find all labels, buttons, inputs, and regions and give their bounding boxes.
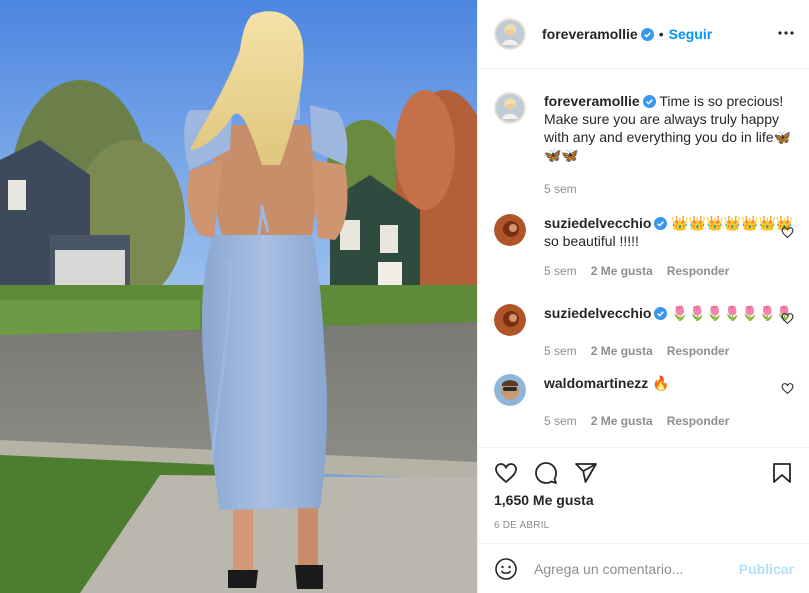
post-photo[interactable] <box>0 0 477 593</box>
add-comment-bar: Publicar <box>478 543 809 593</box>
post-caption: foreveramollie Time is so precious! Make… <box>494 92 794 196</box>
comment-input[interactable] <box>534 560 739 577</box>
verified-badge-icon <box>642 94 656 108</box>
verified-badge-icon <box>640 27 654 41</box>
comment-meta: 5 sem 2 Me gusta Responder <box>544 264 794 278</box>
caption-age[interactable]: 5 sem <box>544 182 577 196</box>
comment-age[interactable]: 5 sem <box>544 264 577 278</box>
comment-item: waldomartinezz 🔥 5 sem 2 Me gusta Respon… <box>494 374 794 428</box>
commenter-avatar[interactable] <box>494 304 526 336</box>
comment-likes[interactable]: 2 Me gusta <box>591 414 653 428</box>
caption-username[interactable]: foreveramollie <box>544 93 640 109</box>
publish-button[interactable]: Publicar <box>739 561 794 577</box>
comment-heart-icon[interactable] <box>781 312 794 325</box>
photo-illustration <box>0 0 477 593</box>
share-icon[interactable] <box>574 461 598 485</box>
commenter-avatar[interactable] <box>494 214 526 246</box>
commenter-avatar[interactable] <box>494 374 526 406</box>
post-actions: 1,650 Me gusta 6 DE ABRIL <box>478 447 809 531</box>
reply-button[interactable]: Responder <box>667 344 730 358</box>
post-viewer: foreveramollie • Seguir foreveramollie T… <box>0 0 809 593</box>
verified-badge-icon <box>654 216 668 230</box>
reply-button[interactable]: Responder <box>667 414 730 428</box>
caption-meta: 5 sem <box>544 182 794 196</box>
comment-meta: 5 sem 2 Me gusta Responder <box>544 414 729 428</box>
author-username[interactable]: foreveramollie <box>542 26 638 42</box>
caption-avatar[interactable] <box>494 92 526 124</box>
comment-age[interactable]: 5 sem <box>544 414 577 428</box>
comment-username[interactable]: suziedelvecchio <box>544 305 651 321</box>
comment-content: 🔥 <box>652 375 670 391</box>
caption-body: foreveramollie Time is so precious! Make… <box>544 92 794 196</box>
heart-icon[interactable] <box>494 461 518 485</box>
comment-body: suziedelvecchio 👑👑👑👑👑👑👑 so beautiful !!!… <box>544 214 794 278</box>
bookmark-icon[interactable] <box>770 461 794 485</box>
post-header: foreveramollie • Seguir <box>478 0 809 69</box>
comment-age[interactable]: 5 sem <box>544 344 577 358</box>
emoji-icon[interactable] <box>494 557 518 581</box>
separator-dot: • <box>658 26 664 42</box>
comment-username[interactable]: suziedelvecchio <box>544 215 651 231</box>
comment-text: suziedelvecchio 🌷🌷🌷🌷🌷🌷🌷 <box>544 304 793 322</box>
comment-heart-icon[interactable] <box>781 226 794 239</box>
more-options-icon[interactable] <box>777 24 795 42</box>
comment-likes[interactable]: 2 Me gusta <box>591 264 653 278</box>
comment-icon[interactable] <box>534 461 558 485</box>
comment-heart-icon[interactable] <box>781 382 794 395</box>
reply-button[interactable]: Responder <box>667 264 730 278</box>
caption-text: foreveramollie Time is so precious! Make… <box>544 92 794 164</box>
comment-body: waldomartinezz 🔥 5 sem 2 Me gusta Respon… <box>544 374 729 428</box>
post-date[interactable]: 6 DE ABRIL <box>494 520 794 531</box>
comment-item: suziedelvecchio 🌷🌷🌷🌷🌷🌷🌷 5 sem 2 Me gusta… <box>494 304 794 358</box>
follow-button[interactable]: Seguir <box>669 26 713 42</box>
comment-text: waldomartinezz 🔥 <box>544 374 729 392</box>
comment-text: suziedelvecchio 👑👑👑👑👑👑👑 so beautiful !!!… <box>544 214 794 250</box>
comment-body: suziedelvecchio 🌷🌷🌷🌷🌷🌷🌷 5 sem 2 Me gusta… <box>544 304 793 358</box>
verified-badge-icon <box>654 306 668 320</box>
comment-likes[interactable]: 2 Me gusta <box>591 344 653 358</box>
author-avatar[interactable] <box>494 18 526 50</box>
action-icons <box>494 448 794 498</box>
post-sidebar: foreveramollie • Seguir foreveramollie T… <box>477 0 809 593</box>
comment-content: 🌷🌷🌷🌷🌷🌷🌷 <box>671 305 794 321</box>
comment-meta: 5 sem 2 Me gusta Responder <box>544 344 793 358</box>
comment-item: suziedelvecchio 👑👑👑👑👑👑👑 so beautiful !!!… <box>494 214 794 278</box>
author-info: foreveramollie • Seguir <box>542 26 712 42</box>
comment-username[interactable]: waldomartinezz <box>544 375 648 391</box>
